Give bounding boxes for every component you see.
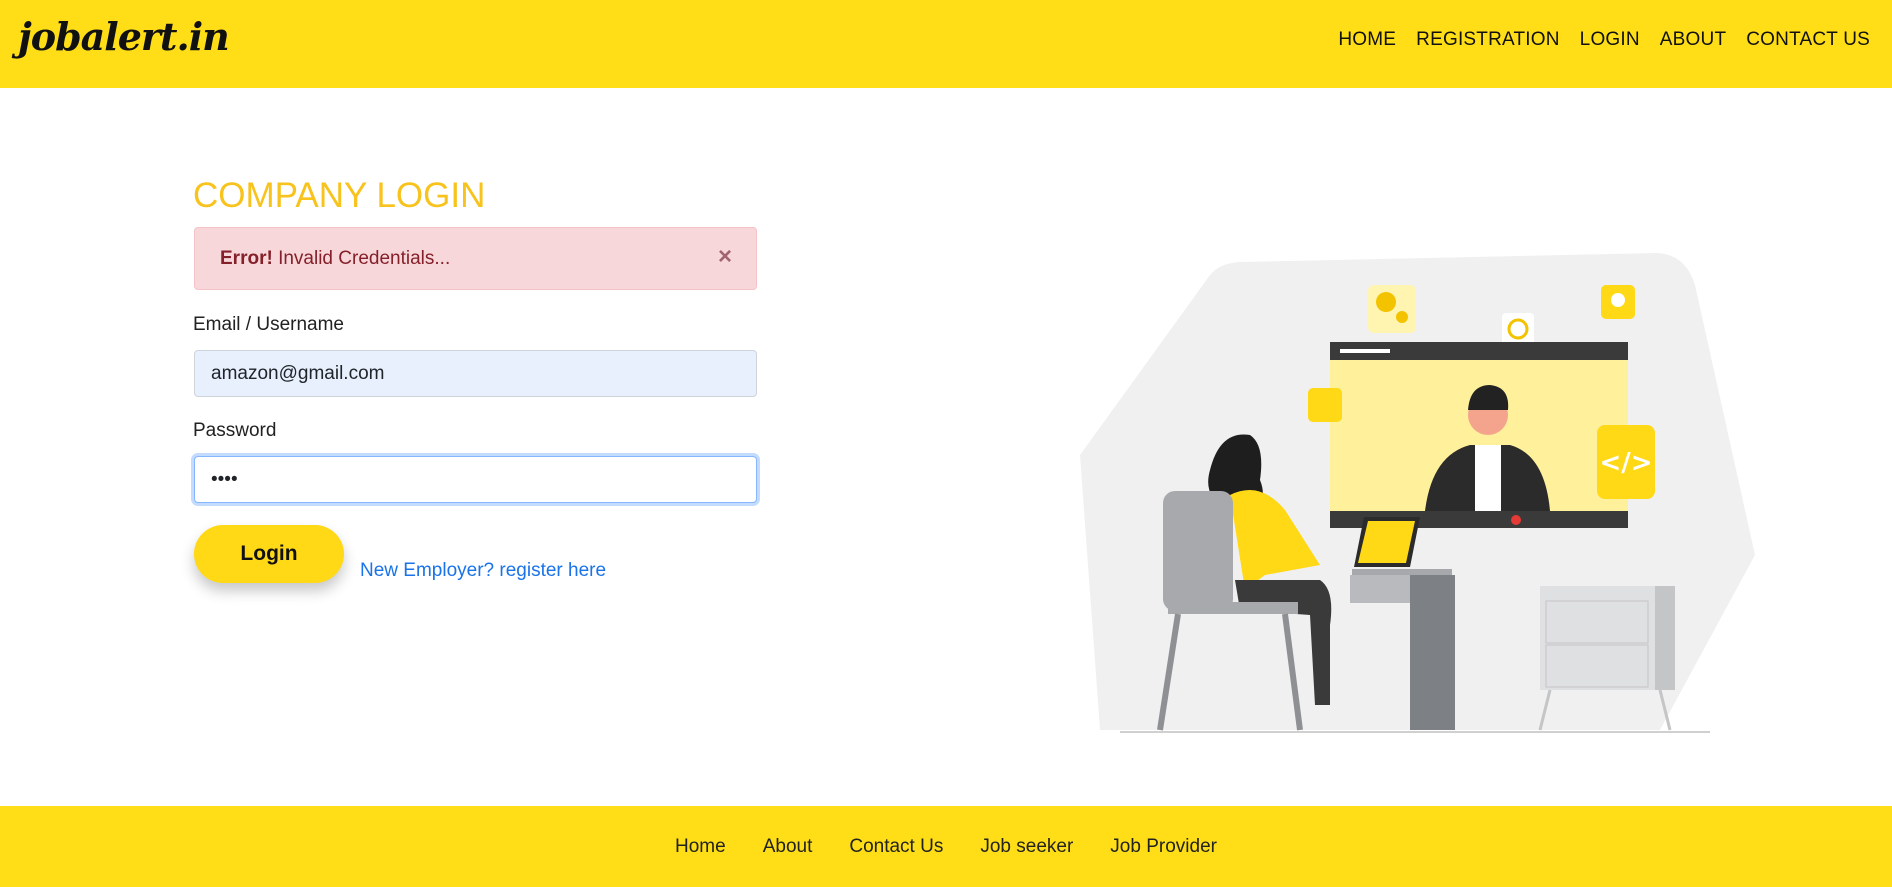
email-label: Email / Username [193, 314, 344, 335]
video-interview-illustration: </> [1080, 253, 1755, 733]
login-button[interactable]: Login [194, 525, 344, 583]
footer-link-home[interactable]: Home [675, 836, 726, 858]
target-icon [1502, 313, 1534, 345]
logo[interactable]: jobalert.in [18, 14, 230, 59]
password-label: Password [193, 420, 277, 441]
footer-link-job-provider[interactable]: Job Provider [1110, 836, 1217, 858]
error-alert: Error! Invalid Credentials... × [194, 227, 757, 290]
svg-text:</>: </> [1599, 448, 1652, 478]
nav-contact-us[interactable]: CONTACT US [1746, 29, 1870, 51]
alert-strong: Error! [220, 248, 273, 269]
footer-link-about[interactable]: About [763, 836, 813, 858]
header: jobalert.in HOME REGISTRATION LOGIN ABOU… [0, 0, 1892, 88]
footer-link-job-seeker[interactable]: Job seeker [980, 836, 1073, 858]
password-field[interactable] [194, 456, 757, 503]
email-field[interactable] [194, 350, 757, 397]
footer: Home About Contact Us Job seeker Job Pro… [0, 806, 1892, 887]
alert-message: Invalid Credentials... [278, 248, 451, 269]
register-link[interactable]: New Employer? register here [360, 560, 606, 582]
nav-home[interactable]: HOME [1338, 29, 1396, 51]
page-title: COMPANY LOGIN [193, 176, 486, 215]
nav-login[interactable]: LOGIN [1580, 29, 1640, 51]
handshake-icon [1308, 388, 1342, 422]
nav-registration[interactable]: REGISTRATION [1416, 29, 1560, 51]
close-icon[interactable]: × [718, 243, 732, 271]
footer-link-contact-us[interactable]: Contact Us [849, 836, 943, 858]
main-nav: HOME REGISTRATION LOGIN ABOUT CONTACT US [1338, 29, 1870, 51]
nav-about[interactable]: ABOUT [1660, 29, 1726, 51]
